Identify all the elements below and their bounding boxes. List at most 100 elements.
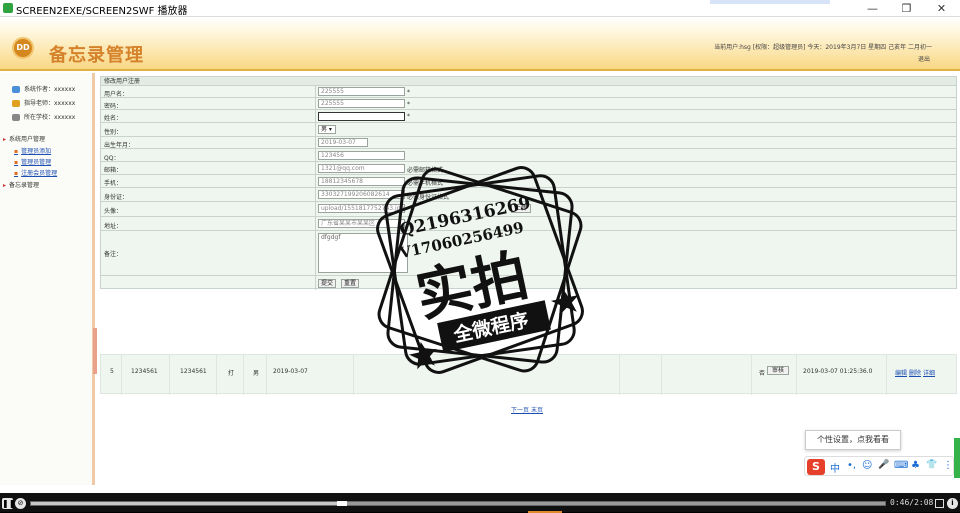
teacher-icon (12, 100, 20, 107)
birthday-input[interactable]: 2019-03-07 (318, 138, 368, 147)
keyboard-icon[interactable]: ⌨ (894, 460, 908, 471)
seek-progress (31, 502, 342, 505)
idcard-hint: 必需身份证格式 (407, 194, 450, 201)
name-input[interactable] (318, 112, 405, 121)
avatar-label: 头像： (104, 208, 123, 215)
app-header: DD 备忘录管理 当前用户:hsg [权限：超级管理员] 今天：2019年3月7… (0, 17, 960, 71)
sogou-logo-icon[interactable]: S (807, 459, 825, 475)
row-gender: 性别： 男 ▾ (101, 123, 956, 137)
pause-button[interactable]: ❚❚ (2, 498, 15, 509)
remark-textarea[interactable]: dfgdgf (318, 233, 408, 273)
email-hint: 必需邮箱格式 (407, 167, 444, 174)
sidebar-collapse-handle[interactable] (93, 328, 97, 374)
password-label: 密码： (104, 103, 123, 110)
main-content: 修改用户注册 用户名： 225555 * 密码： 225555 * 姓名： * … (98, 73, 960, 485)
edit-link[interactable]: 编辑 (895, 368, 907, 377)
address-input[interactable]: 广东省某某市某某区 (318, 219, 405, 228)
playback-time: 0:46/2:08 (890, 498, 934, 507)
sidebar-item-manage-admin[interactable]: 管理员管理 (14, 157, 51, 166)
seek-thumb[interactable] (336, 501, 347, 506)
required-mark: * (407, 89, 410, 96)
cell-birthday: 2019-03-07 (273, 368, 308, 375)
sidebar-group-users[interactable]: 系统用户管理 (3, 134, 93, 143)
next-page-link[interactable]: 下一页 (511, 407, 529, 414)
cell-divider (796, 355, 797, 395)
idcard-input[interactable]: 330327199206082614 (318, 190, 405, 199)
reset-button[interactable]: 重置 (341, 279, 359, 288)
more-icon[interactable]: ⋮ (943, 460, 953, 471)
edit-user-form: 修改用户注册 用户名： 225555 * 密码： 225555 * 姓名： * … (100, 76, 957, 290)
cell-divider (886, 355, 887, 395)
delete-link[interactable]: 删除 (909, 368, 921, 377)
school-info: 所在学校：xxxxxx (12, 112, 75, 121)
avatar-input[interactable]: upload/1551817752743.jpg (318, 204, 405, 213)
row-username: 用户名： 225555 * (101, 86, 956, 98)
player-controls: ❚❚ ⊘ 0:46/2:08 i (0, 493, 960, 513)
row-name: 姓名： * (101, 110, 956, 123)
sidebar-item-members[interactable]: 注册会员管理 (14, 168, 57, 177)
row-avatar: 头像： upload/1551817752743.jpg 上传 (101, 202, 956, 217)
last-page-link[interactable]: 末页 (531, 407, 543, 414)
username-input[interactable]: 225555 (318, 87, 405, 96)
ime-chinese-toggle[interactable]: 中 (830, 460, 840, 475)
row-address: 地址： 广东省某某市某某区 (101, 217, 956, 231)
exit-link[interactable]: 退出 (918, 54, 930, 63)
stop-button[interactable]: ⊘ (15, 498, 26, 509)
shirt-icon[interactable]: 👕 (926, 460, 937, 470)
review-button[interactable]: 审核 (767, 366, 789, 375)
app-name: 备忘录管理 (49, 45, 144, 66)
close-button[interactable]: ✕ (924, 0, 959, 17)
row-idcard: 身份证： 330327199206082614 必需身份证格式 (101, 188, 956, 202)
ime-toolbar: S 中 •, ☺ 🎤 ⌨ ♣ 👕 ⋮ (804, 456, 954, 476)
cell-divider (121, 355, 122, 395)
phone-hint: 必需手机格式 (407, 180, 444, 187)
cell-divider (751, 355, 752, 395)
username-label: 用户名： (104, 91, 129, 98)
cell-divider (353, 355, 354, 395)
cell-divider (661, 355, 662, 395)
author-label: 系统作者：xxxxxx (24, 86, 76, 93)
punctuation-icon[interactable]: •, (847, 460, 856, 471)
sidebar-item-add-admin[interactable]: 管理员添加 (14, 146, 51, 155)
submit-button[interactable]: 提交 (318, 279, 336, 288)
required-mark: * (407, 101, 410, 108)
player-app-icon (3, 3, 13, 13)
cell-datetime: 2019-03-07 01:25:36.0 (803, 368, 873, 375)
window-title: SCREEN2EXE/SCREEN2SWF 播放器 (16, 6, 188, 17)
restore-button[interactable]: ❐ (889, 0, 924, 17)
email-label: 邮箱： (104, 167, 123, 174)
school-icon (12, 114, 20, 121)
qq-input[interactable]: 123456 (318, 151, 405, 160)
gender-value: 男 (321, 126, 328, 133)
birthday-label: 出生年月： (104, 142, 135, 149)
cell-divider (243, 355, 244, 395)
author-icon (12, 86, 20, 93)
upload-button[interactable]: 上传 (511, 204, 531, 213)
detail-link[interactable]: 详细 (923, 368, 935, 377)
cell-gender: 男 (253, 370, 260, 377)
minimize-button[interactable]: — (855, 0, 890, 17)
gender-select[interactable]: 男 ▾ (318, 125, 336, 134)
fit-screen-button[interactable] (935, 499, 944, 508)
skin-icon[interactable]: ♣ (911, 460, 920, 471)
row-remark: 备注： dfgdgf (101, 231, 956, 276)
header-user-info: 当前用户:hsg [权限：超级管理员] 今天：2019年3月7日 星期四 己亥年… (714, 44, 932, 51)
row-birthday: 出生年月： 2019-03-07 (101, 137, 956, 149)
phone-input[interactable]: 18812345678 (318, 177, 405, 186)
form-title: 修改用户注册 (101, 77, 956, 86)
seek-bar[interactable] (30, 501, 886, 506)
sidebar-group-memo[interactable]: 备忘录管理 (3, 180, 93, 189)
idcard-label: 身份证： (104, 194, 129, 201)
cell-username: 1234561 (131, 368, 158, 375)
row-phone: 手机： 18812345678 必需手机格式 (101, 175, 956, 188)
info-button[interactable]: i (947, 498, 958, 509)
password-input[interactable]: 225555 (318, 99, 405, 108)
email-input[interactable]: 1321@qq.com (318, 164, 405, 173)
microphone-icon[interactable]: 🎤 (878, 460, 889, 470)
emoji-icon[interactable]: ☺ (862, 460, 872, 471)
row-email: 邮箱： 1321@qq.com 必需邮箱格式 (101, 162, 956, 175)
address-label: 地址： (104, 223, 123, 230)
teacher-label: 指导老师：xxxxxx (24, 100, 76, 107)
app-logo-icon: DD (12, 37, 34, 59)
ime-tooltip[interactable]: 个性设置，点我看看 (805, 430, 901, 450)
